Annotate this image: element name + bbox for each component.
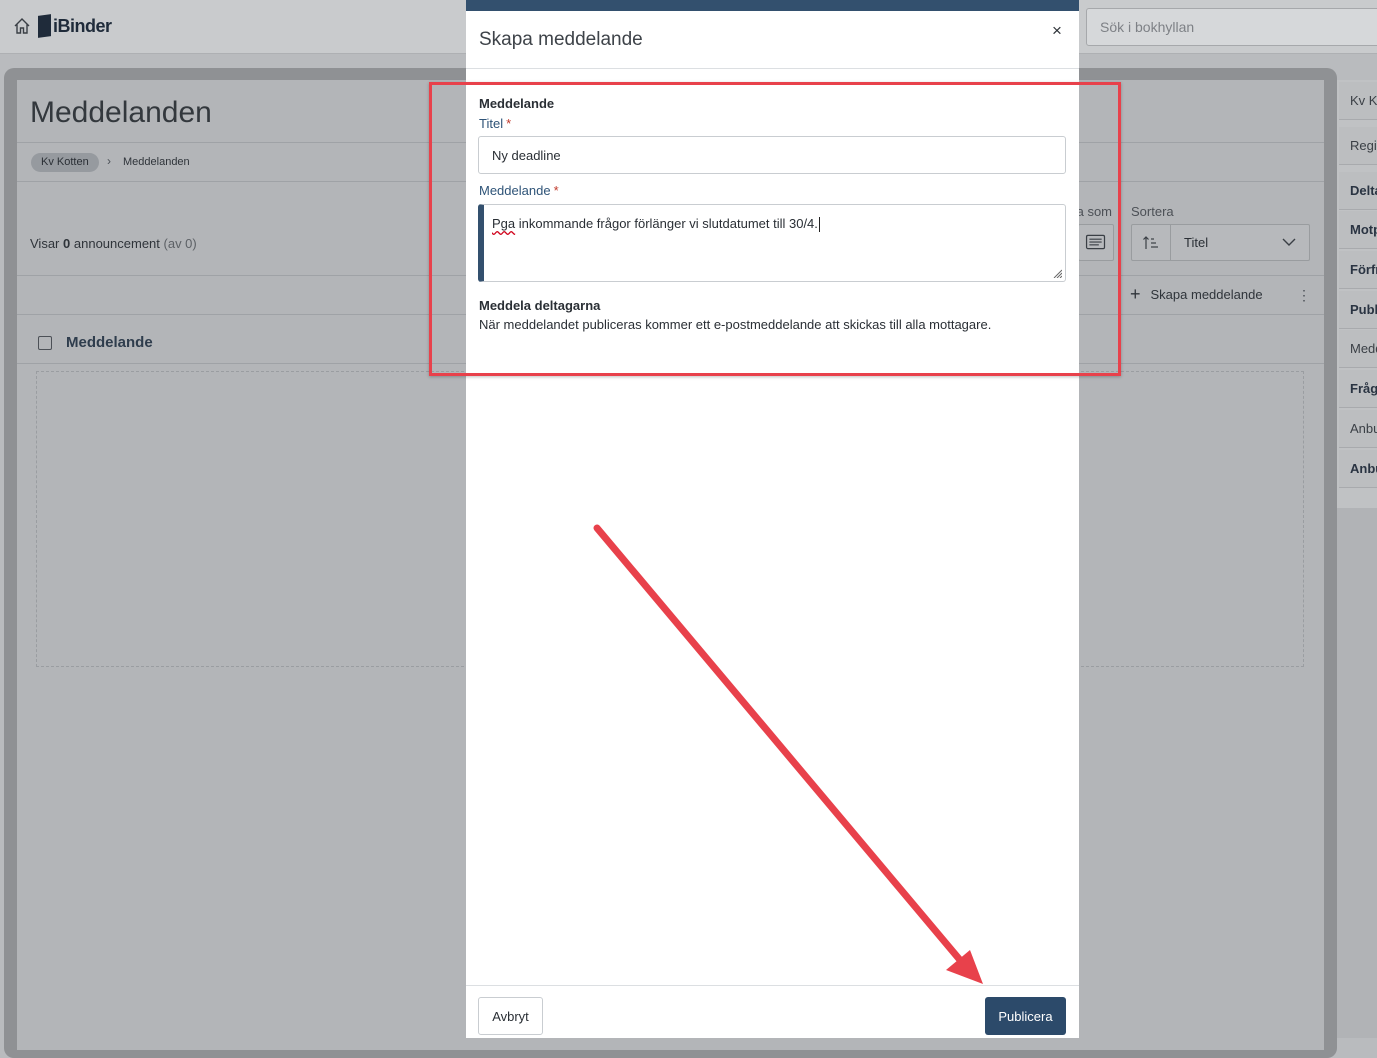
count-total: (av 0) bbox=[163, 236, 197, 251]
message-label: Meddelande * bbox=[479, 183, 559, 198]
column-header-message[interactable]: Meddelande bbox=[66, 334, 153, 351]
message-textarea[interactable]: Pga inkommande frågor förlänger vi slutd… bbox=[478, 204, 1066, 282]
sidebar-item[interactable]: Anbu bbox=[1339, 410, 1377, 448]
notify-title: Meddela deltagarna bbox=[479, 298, 601, 313]
create-message-label: Skapa meddelande bbox=[1150, 286, 1263, 302]
kebab-menu-icon[interactable]: ⋮ bbox=[1297, 287, 1311, 304]
title-label-text: Titel bbox=[479, 116, 504, 131]
sort-label: Sortera bbox=[1131, 204, 1174, 219]
notify-text: När meddelandet publiceras kommer ett e-… bbox=[479, 317, 992, 332]
result-count: Visar 0 announcement (av 0) bbox=[30, 236, 197, 251]
breadcrumb-item-current: Meddelanden bbox=[123, 156, 190, 168]
modal-accent-band bbox=[466, 0, 1079, 11]
sidebar-item[interactable]: Medd bbox=[1339, 330, 1377, 368]
count-value: 0 bbox=[63, 236, 71, 251]
modal-title: Skapa meddelande bbox=[479, 29, 643, 50]
logo-icon bbox=[38, 14, 51, 38]
message-text: inkommande frågor förlänger vi slutdatum… bbox=[515, 216, 818, 231]
sidebar-item[interactable]: Kv Ko bbox=[1339, 82, 1377, 120]
home-icon[interactable] bbox=[12, 16, 32, 36]
section-title: Meddelande bbox=[479, 96, 555, 111]
sidebar-item[interactable]: Anbu bbox=[1339, 450, 1377, 488]
select-all-checkbox[interactable] bbox=[38, 336, 52, 350]
search-input[interactable]: Sök i bokhyllan bbox=[1086, 8, 1377, 46]
sidebar-item[interactable]: Motp bbox=[1339, 211, 1377, 249]
create-message-modal: Skapa meddelande × Meddelande Titel* Med… bbox=[466, 0, 1079, 1038]
sort-select[interactable]: Titel bbox=[1131, 224, 1310, 261]
publish-button[interactable]: Publicera bbox=[985, 997, 1066, 1035]
count-prefix: Visar bbox=[30, 236, 60, 251]
chevron-right-icon: › bbox=[107, 154, 111, 168]
list-view-button[interactable] bbox=[1078, 224, 1114, 261]
list-view-icon bbox=[1085, 234, 1106, 250]
sidebar-item[interactable]: Publ bbox=[1339, 291, 1377, 329]
required-mark: * bbox=[553, 183, 559, 198]
text-caret bbox=[818, 217, 820, 233]
right-sidebar-bottom bbox=[1337, 508, 1377, 1038]
plus-icon: + bbox=[1130, 284, 1141, 304]
sort-ascending-icon bbox=[1143, 236, 1158, 249]
message-label-text: Meddelande bbox=[479, 183, 551, 198]
resize-grip-icon[interactable] bbox=[1052, 268, 1062, 278]
sidebar-item[interactable]: Förfr bbox=[1339, 251, 1377, 289]
app-logo[interactable]: iBinder bbox=[38, 13, 112, 39]
sidebar-item[interactable]: Fråg bbox=[1339, 370, 1377, 408]
logo-text: iBinder bbox=[53, 15, 112, 36]
chevron-down-icon bbox=[1282, 238, 1296, 246]
title-label: Titel * bbox=[479, 116, 511, 131]
page-title: Meddelanden bbox=[30, 96, 212, 129]
cancel-button[interactable]: Avbryt bbox=[478, 997, 543, 1035]
count-noun: announcement bbox=[73, 236, 160, 251]
modal-footer-divider bbox=[466, 985, 1079, 986]
sort-value: Titel bbox=[1184, 235, 1209, 250]
sidebar-item[interactable]: Delta bbox=[1339, 172, 1377, 210]
sidebar-item[interactable]: Regis bbox=[1339, 127, 1377, 165]
select-divider bbox=[1170, 225, 1171, 260]
create-message-link[interactable]: + Skapa meddelande bbox=[1130, 284, 1263, 304]
close-icon[interactable]: × bbox=[1052, 21, 1062, 41]
breadcrumb-item-kv-kotten[interactable]: Kv Kotten bbox=[31, 153, 99, 172]
misspelled-word: Pga bbox=[492, 216, 516, 231]
required-mark: * bbox=[506, 116, 512, 131]
modal-divider bbox=[466, 68, 1079, 69]
title-input[interactable] bbox=[478, 136, 1066, 174]
